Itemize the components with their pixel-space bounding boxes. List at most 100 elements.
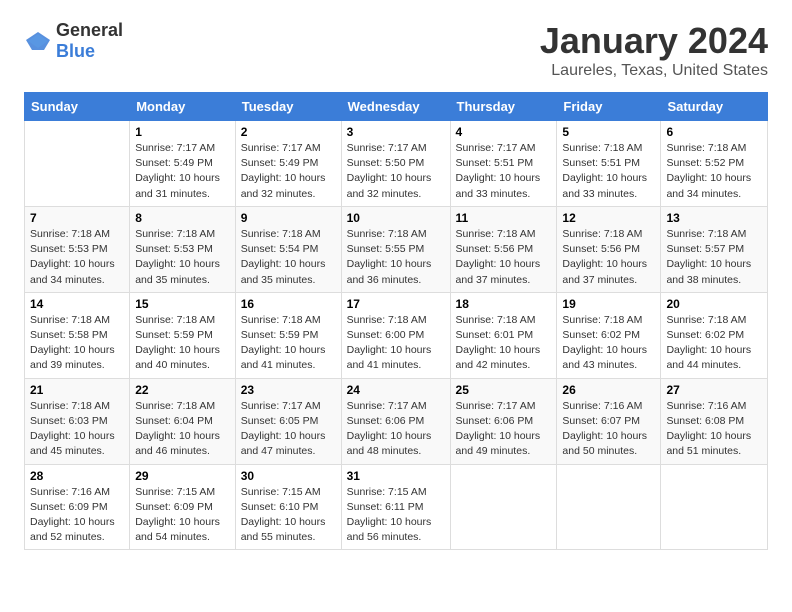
weekday-header-monday: Monday [130, 93, 236, 121]
day-info: Sunrise: 7:17 AMSunset: 6:06 PMDaylight:… [347, 399, 445, 460]
logo-general: General [56, 20, 123, 40]
day-info: Sunrise: 7:17 AMSunset: 5:51 PMDaylight:… [456, 141, 552, 202]
day-number: 19 [562, 297, 655, 311]
logo-icon [24, 30, 52, 52]
calendar-week-3: 14 Sunrise: 7:18 AMSunset: 5:58 PMDayligh… [25, 292, 768, 378]
calendar-cell [450, 464, 557, 550]
calendar-cell: 29Sunrise: 7:15 AMSunset: 6:09 PMDayligh… [130, 464, 236, 550]
day-info: Sunrise: 7:18 AMSunset: 5:58 PMDaylight:… [30, 313, 124, 374]
day-info: Sunrise: 7:18 AMSunset: 6:00 PMDaylight:… [347, 313, 445, 374]
day-number: 16 [241, 297, 336, 311]
day-number: 13 [666, 211, 762, 225]
calendar-cell: 23Sunrise: 7:17 AMSunset: 6:05 PMDayligh… [235, 378, 341, 464]
day-number: 9 [241, 211, 336, 225]
day-info: Sunrise: 7:18 AMSunset: 5:54 PMDaylight:… [241, 227, 336, 288]
weekday-header-row: SundayMondayTuesdayWednesdayThursdayFrid… [25, 93, 768, 121]
day-info: Sunrise: 7:15 AMSunset: 6:10 PMDaylight:… [241, 485, 336, 546]
location-title: Laureles, Texas, United States [540, 62, 768, 80]
month-title: January 2024 [540, 20, 768, 62]
day-number: 5 [562, 125, 655, 139]
weekday-header-wednesday: Wednesday [341, 93, 450, 121]
day-number: 8 [135, 211, 230, 225]
day-number: 17 [347, 297, 445, 311]
calendar-cell: 24 Sunrise: 7:17 AMSunset: 6:06 PMDayligh… [341, 378, 450, 464]
day-info: Sunrise: 7:18 AMSunset: 5:56 PMDaylight:… [562, 227, 655, 288]
day-number: 22 [135, 383, 230, 397]
day-info: Sunrise: 7:16 AMSunset: 6:07 PMDaylight:… [562, 399, 655, 460]
day-info: Sunrise: 7:18 AMSunset: 6:02 PMDaylight:… [562, 313, 655, 374]
calendar-cell: 30 Sunrise: 7:15 AMSunset: 6:10 PMDayligh… [235, 464, 341, 550]
calendar-cell: 26 Sunrise: 7:16 AMSunset: 6:07 PMDayligh… [557, 378, 661, 464]
calendar-cell: 17 Sunrise: 7:18 AMSunset: 6:00 PMDayligh… [341, 292, 450, 378]
calendar-cell: 1Sunrise: 7:17 AMSunset: 5:49 PMDaylight… [130, 121, 236, 207]
calendar-cell: 3 Sunrise: 7:17 AMSunset: 5:50 PMDaylight… [341, 121, 450, 207]
calendar-body: 1Sunrise: 7:17 AMSunset: 5:49 PMDaylight… [25, 121, 768, 550]
day-info: Sunrise: 7:18 AMSunset: 5:55 PMDaylight:… [347, 227, 445, 288]
day-number: 24 [347, 383, 445, 397]
day-number: 11 [456, 211, 552, 225]
calendar-cell: 6 Sunrise: 7:18 AMSunset: 5:52 PMDaylight… [661, 121, 768, 207]
day-info: Sunrise: 7:18 AMSunset: 6:04 PMDaylight:… [135, 399, 230, 460]
calendar-cell: 7 Sunrise: 7:18 AMSunset: 5:53 PMDaylight… [25, 206, 130, 292]
day-number: 26 [562, 383, 655, 397]
day-info: Sunrise: 7:17 AMSunset: 5:49 PMDaylight:… [241, 141, 336, 202]
calendar-cell: 21Sunrise: 7:18 AMSunset: 6:03 PMDayligh… [25, 378, 130, 464]
weekday-header-sunday: Sunday [25, 93, 130, 121]
weekday-header-friday: Friday [557, 93, 661, 121]
calendar-cell [25, 121, 130, 207]
calendar-cell [661, 464, 768, 550]
day-number: 3 [347, 125, 445, 139]
calendar-cell: 22 Sunrise: 7:18 AMSunset: 6:04 PMDayligh… [130, 378, 236, 464]
calendar-table: SundayMondayTuesdayWednesdayThursdayFrid… [24, 92, 768, 550]
day-info: Sunrise: 7:17 AMSunset: 6:06 PMDaylight:… [456, 399, 552, 460]
calendar-cell: 10 Sunrise: 7:18 AMSunset: 5:55 PMDayligh… [341, 206, 450, 292]
calendar-cell: 16 Sunrise: 7:18 AMSunset: 5:59 PMDayligh… [235, 292, 341, 378]
calendar-week-1: 1Sunrise: 7:17 AMSunset: 5:49 PMDaylight… [25, 121, 768, 207]
calendar-cell: 28Sunrise: 7:16 AMSunset: 6:09 PMDayligh… [25, 464, 130, 550]
title-area: January 2024 Laureles, Texas, United Sta… [540, 20, 768, 80]
calendar-cell: 2 Sunrise: 7:17 AMSunset: 5:49 PMDaylight… [235, 121, 341, 207]
calendar-cell: 20Sunrise: 7:18 AMSunset: 6:02 PMDayligh… [661, 292, 768, 378]
day-number: 23 [241, 383, 336, 397]
calendar-week-5: 28Sunrise: 7:16 AMSunset: 6:09 PMDayligh… [25, 464, 768, 550]
day-info: Sunrise: 7:18 AMSunset: 5:59 PMDaylight:… [241, 313, 336, 374]
calendar-cell: 5Sunrise: 7:18 AMSunset: 5:51 PMDaylight… [557, 121, 661, 207]
day-info: Sunrise: 7:18 AMSunset: 5:57 PMDaylight:… [666, 227, 762, 288]
day-number: 28 [30, 469, 124, 483]
calendar-cell: 11Sunrise: 7:18 AMSunset: 5:56 PMDayligh… [450, 206, 557, 292]
day-info: Sunrise: 7:18 AMSunset: 5:53 PMDaylight:… [30, 227, 124, 288]
day-number: 27 [666, 383, 762, 397]
calendar-cell [557, 464, 661, 550]
day-number: 18 [456, 297, 552, 311]
day-info: Sunrise: 7:17 AMSunset: 5:50 PMDaylight:… [347, 141, 445, 202]
day-info: Sunrise: 7:18 AMSunset: 5:59 PMDaylight:… [135, 313, 230, 374]
day-info: Sunrise: 7:17 AMSunset: 5:49 PMDaylight:… [135, 141, 230, 202]
day-info: Sunrise: 7:15 AMSunset: 6:11 PMDaylight:… [347, 485, 445, 546]
day-info: Sunrise: 7:18 AMSunset: 5:52 PMDaylight:… [666, 141, 762, 202]
day-number: 14 [30, 297, 124, 311]
calendar-cell: 4 Sunrise: 7:17 AMSunset: 5:51 PMDaylight… [450, 121, 557, 207]
day-number: 15 [135, 297, 230, 311]
day-number: 12 [562, 211, 655, 225]
calendar-cell: 9 Sunrise: 7:18 AMSunset: 5:54 PMDaylight… [235, 206, 341, 292]
day-number: 10 [347, 211, 445, 225]
day-number: 30 [241, 469, 336, 483]
calendar-cell: 15 Sunrise: 7:18 AMSunset: 5:59 PMDayligh… [130, 292, 236, 378]
day-number: 25 [456, 383, 552, 397]
calendar-cell: 8 Sunrise: 7:18 AMSunset: 5:53 PMDaylight… [130, 206, 236, 292]
day-info: Sunrise: 7:18 AMSunset: 6:01 PMDaylight:… [456, 313, 552, 374]
day-number: 2 [241, 125, 336, 139]
calendar-cell: 13 Sunrise: 7:18 AMSunset: 5:57 PMDayligh… [661, 206, 768, 292]
day-number: 4 [456, 125, 552, 139]
day-info: Sunrise: 7:18 AMSunset: 5:53 PMDaylight:… [135, 227, 230, 288]
day-number: 21 [30, 383, 124, 397]
calendar-week-2: 7 Sunrise: 7:18 AMSunset: 5:53 PMDaylight… [25, 206, 768, 292]
calendar-cell: 14 Sunrise: 7:18 AMSunset: 5:58 PMDayligh… [25, 292, 130, 378]
logo: General Blue [24, 20, 123, 62]
day-info: Sunrise: 7:18 AMSunset: 6:02 PMDaylight:… [666, 313, 762, 374]
day-number: 6 [666, 125, 762, 139]
day-number: 29 [135, 469, 230, 483]
day-number: 7 [30, 211, 124, 225]
day-info: Sunrise: 7:16 AMSunset: 6:08 PMDaylight:… [666, 399, 762, 460]
calendar-cell: 25 Sunrise: 7:17 AMSunset: 6:06 PMDayligh… [450, 378, 557, 464]
